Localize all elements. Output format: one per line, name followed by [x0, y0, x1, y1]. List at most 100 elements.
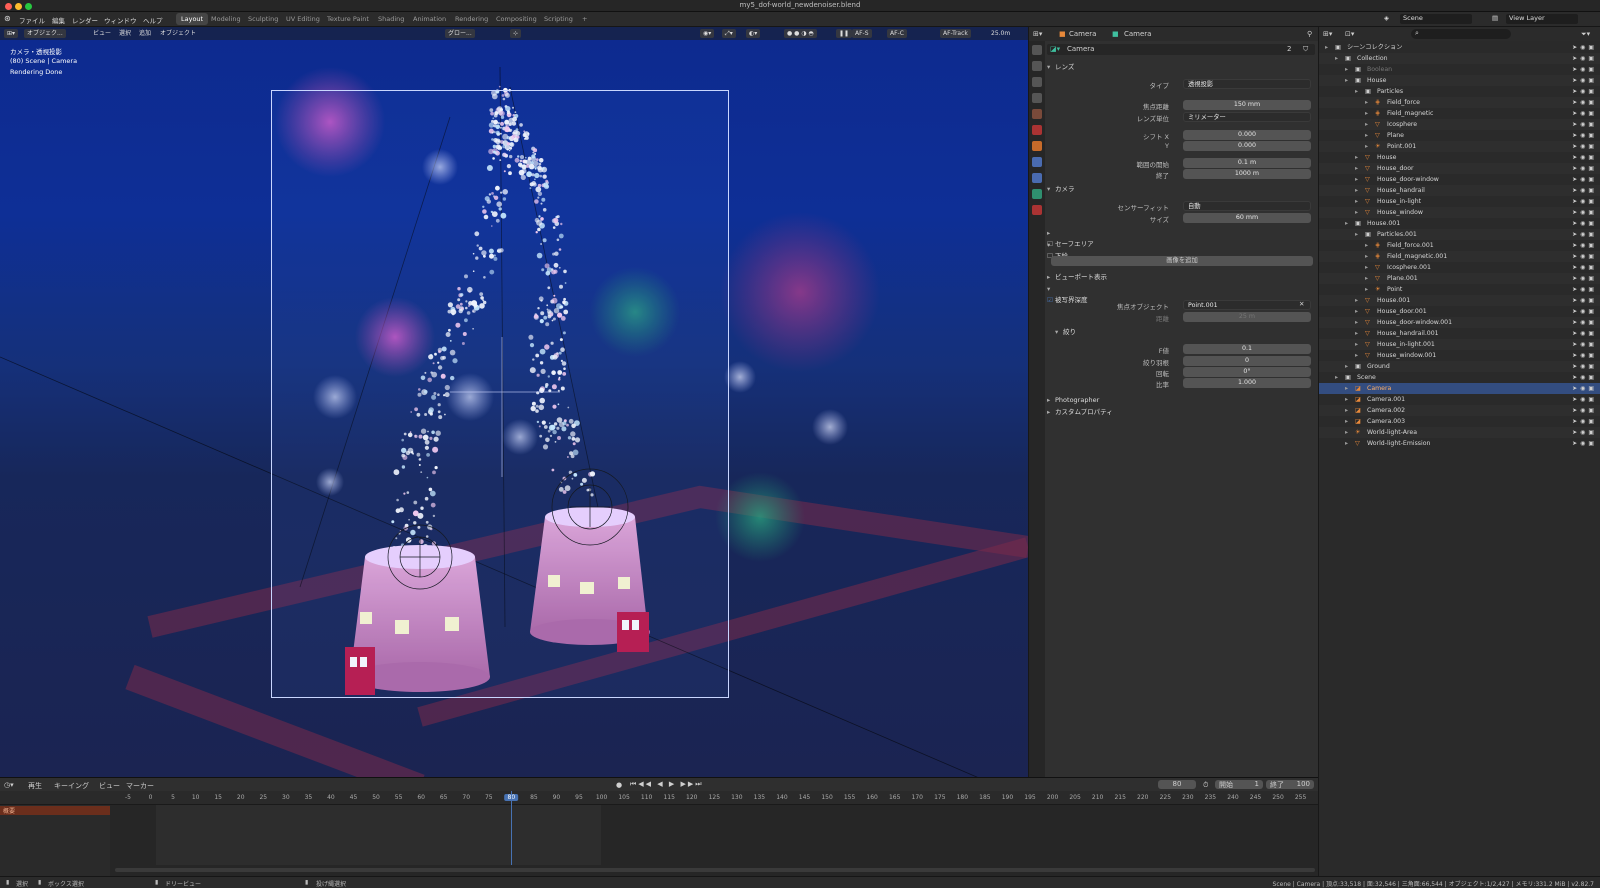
outliner-row[interactable]: ▸ ⋕ Field_force ➤◉▣: [1319, 97, 1600, 108]
fstop-field[interactable]: 0.1: [1183, 344, 1311, 354]
view-menu[interactable]: ビュー: [90, 29, 114, 38]
object-mode-dropdown[interactable]: オブジェク...: [24, 29, 66, 38]
add-menu[interactable]: 追加: [136, 29, 154, 38]
visibility-icon[interactable]: ◉▾: [700, 29, 715, 38]
3d-viewport[interactable]: ⊞▾ オブジェク... ビュー 選択 追加 オブジェクト グロー... ⊹ ◉▾…: [0, 27, 1028, 777]
outliner-row[interactable]: ▸ ▣ Particles ➤◉▣: [1319, 86, 1600, 97]
clear-focus-object-icon[interactable]: ✕: [1299, 300, 1304, 308]
outliner-row[interactable]: ▸ ◪ Camera.001 ➤◉▣: [1319, 394, 1600, 405]
outliner-row[interactable]: ▸ ▽ House ➤◉▣: [1319, 152, 1600, 163]
expand-arrow-icon[interactable]: ▸: [1355, 152, 1358, 163]
af-track-button[interactable]: AF-Track: [940, 29, 971, 38]
expand-arrow-icon[interactable]: ▸: [1335, 372, 1338, 383]
shift-x-field[interactable]: 0.000: [1183, 130, 1311, 140]
clip-end-field[interactable]: 1000 m: [1183, 169, 1311, 179]
tab-sculpting[interactable]: Sculpting: [243, 13, 283, 25]
visibility-toggle-icons[interactable]: ➤◉▣: [1572, 284, 1597, 295]
outliner-row[interactable]: ▸ ▽ House_in-light.001 ➤◉▣: [1319, 339, 1600, 350]
expand-arrow-icon[interactable]: ▸: [1355, 350, 1358, 361]
add-image-button[interactable]: 画像を追加: [1051, 256, 1313, 266]
expand-arrow-icon[interactable]: ▸: [1365, 141, 1368, 152]
tab-rendering[interactable]: Rendering: [450, 13, 493, 25]
aperture-subpanel-header[interactable]: ▾ 絞り: [1055, 327, 1325, 338]
expand-arrow-icon[interactable]: ▸: [1355, 196, 1358, 207]
visibility-toggle-icons[interactable]: ➤◉▣: [1572, 119, 1597, 130]
expand-arrow-icon[interactable]: ▸: [1365, 284, 1368, 295]
gizmo-icon[interactable]: ⤢▾: [722, 29, 736, 38]
visibility-toggle-icons[interactable]: ➤◉▣: [1572, 306, 1597, 317]
visibility-toggle-icons[interactable]: ➤◉▣: [1572, 317, 1597, 328]
visibility-toggle-icons[interactable]: ➤◉▣: [1572, 108, 1597, 119]
expand-arrow-icon[interactable]: ▸: [1335, 53, 1338, 64]
sensor-fit-dropdown[interactable]: 自動: [1183, 201, 1311, 211]
outliner-row[interactable]: ▸ ▽ Icosphere ➤◉▣: [1319, 119, 1600, 130]
expand-arrow-icon[interactable]: ▸: [1355, 339, 1358, 350]
outliner-row[interactable]: ▸ ▽ Plane.001 ➤◉▣: [1319, 273, 1600, 284]
visibility-toggle-icons[interactable]: ➤◉▣: [1572, 141, 1597, 152]
outliner-row[interactable]: ▸ ▣ House.001 ➤◉▣: [1319, 218, 1600, 229]
outliner-row[interactable]: ▸ ▽ Plane ➤◉▣: [1319, 130, 1600, 141]
expand-arrow-icon[interactable]: ▸: [1355, 163, 1358, 174]
select-menu[interactable]: 選択: [116, 29, 134, 38]
visibility-toggle-icons[interactable]: ➤◉▣: [1572, 97, 1597, 108]
menu-file[interactable]: ファイル: [19, 15, 45, 25]
visibility-toggle-icons[interactable]: ➤◉▣: [1572, 64, 1597, 75]
start-frame-field[interactable]: 開始 1: [1215, 780, 1263, 789]
fake-user-icon[interactable]: ⛉: [1303, 45, 1308, 54]
expand-arrow-icon[interactable]: ▸: [1345, 218, 1348, 229]
sensor-size-field[interactable]: 60 mm: [1183, 213, 1311, 223]
focal-length-field[interactable]: 150 mm: [1183, 100, 1311, 110]
playback-controls[interactable]: ⏮◀◀ ◀ ▶ ▶▶⏭: [630, 780, 704, 789]
blades-field[interactable]: 0: [1183, 356, 1311, 366]
visibility-toggle-icons[interactable]: ➤◉▣: [1572, 42, 1597, 53]
outliner-search-input[interactable]: ⌕: [1411, 29, 1511, 39]
expand-arrow-icon[interactable]: ▸: [1345, 405, 1348, 416]
pause-icon[interactable]: ❚❚: [836, 29, 853, 38]
camera-data-tab-icon[interactable]: [1032, 189, 1042, 199]
editor-type-button[interactable]: ⊞▾: [1323, 30, 1332, 38]
expand-arrow-icon[interactable]: ▸: [1355, 174, 1358, 185]
expand-arrow-icon[interactable]: ▸: [1355, 185, 1358, 196]
expand-arrow-icon[interactable]: ▸: [1345, 438, 1348, 449]
expand-arrow-icon[interactable]: ▸: [1365, 97, 1368, 108]
breadcrumb-camera-object[interactable]: Camera: [1069, 30, 1096, 38]
clip-start-field[interactable]: 0.1 m: [1183, 158, 1311, 168]
outliner-row[interactable]: ▸ ▽ House_door-window ➤◉▣: [1319, 174, 1600, 185]
expand-arrow-icon[interactable]: ▸: [1345, 427, 1348, 438]
tab-animation[interactable]: Animation: [408, 13, 451, 25]
ratio-field[interactable]: 1.000: [1183, 378, 1311, 388]
outliner-row[interactable]: ▸ ⋕ Field_force.001 ➤◉▣: [1319, 240, 1600, 251]
af-s-button[interactable]: AF-S: [852, 29, 872, 38]
visibility-toggle-icons[interactable]: ➤◉▣: [1572, 438, 1597, 449]
add-workspace-button[interactable]: +: [577, 13, 592, 25]
expand-arrow-icon[interactable]: ▸: [1365, 108, 1368, 119]
menu-window[interactable]: ウィンドウ: [104, 15, 137, 25]
photographer-panel-header[interactable]: ▸ Photographer: [1047, 395, 1317, 406]
visibility-toggle-icons[interactable]: ➤◉▣: [1572, 152, 1597, 163]
filter-icon[interactable]: ⏷▾: [1581, 30, 1590, 39]
visibility-toggle-icons[interactable]: ➤◉▣: [1572, 361, 1597, 372]
playback-menu[interactable]: 再生: [28, 781, 42, 791]
camera-datablock[interactable]: ◪▾ Camera 2 ⛉: [1047, 44, 1315, 55]
editor-type-button[interactable]: ⊞▾: [1033, 30, 1042, 38]
custom-properties-panel-header[interactable]: ▸ カスタムプロパティ: [1047, 407, 1317, 418]
visibility-toggle-icons[interactable]: ➤◉▣: [1572, 251, 1597, 262]
expand-arrow-icon[interactable]: ▸: [1365, 251, 1368, 262]
visibility-toggle-icons[interactable]: ➤◉▣: [1572, 185, 1597, 196]
physics-tab-icon[interactable]: [1032, 173, 1042, 183]
outliner-row[interactable]: ▸ ▽ House_window.001 ➤◉▣: [1319, 350, 1600, 361]
expand-arrow-icon[interactable]: ▸: [1355, 86, 1358, 97]
focus-object-field[interactable]: Point.001: [1183, 300, 1311, 310]
editor-type-button[interactable]: ⊞▾: [4, 29, 19, 38]
expand-arrow-icon[interactable]: ▸: [1355, 328, 1358, 339]
render-tab-icon[interactable]: [1032, 61, 1042, 71]
outliner-row[interactable]: ▸ ◪ Camera.003 ➤◉▣: [1319, 416, 1600, 427]
pin-icon[interactable]: ⚲: [1307, 30, 1312, 38]
outliner-row[interactable]: ▸ ▽ World-light-Emission ➤◉▣: [1319, 438, 1600, 449]
visibility-toggle-icons[interactable]: ➤◉▣: [1572, 350, 1597, 361]
visibility-toggle-icons[interactable]: ➤◉▣: [1572, 295, 1597, 306]
tab-modeling[interactable]: Modeling: [206, 13, 246, 25]
outliner-row[interactable]: ▸ ▣ Boolean ➤◉▣: [1319, 64, 1600, 75]
expand-arrow-icon[interactable]: ▸: [1355, 317, 1358, 328]
visibility-toggle-icons[interactable]: ➤◉▣: [1572, 394, 1597, 405]
